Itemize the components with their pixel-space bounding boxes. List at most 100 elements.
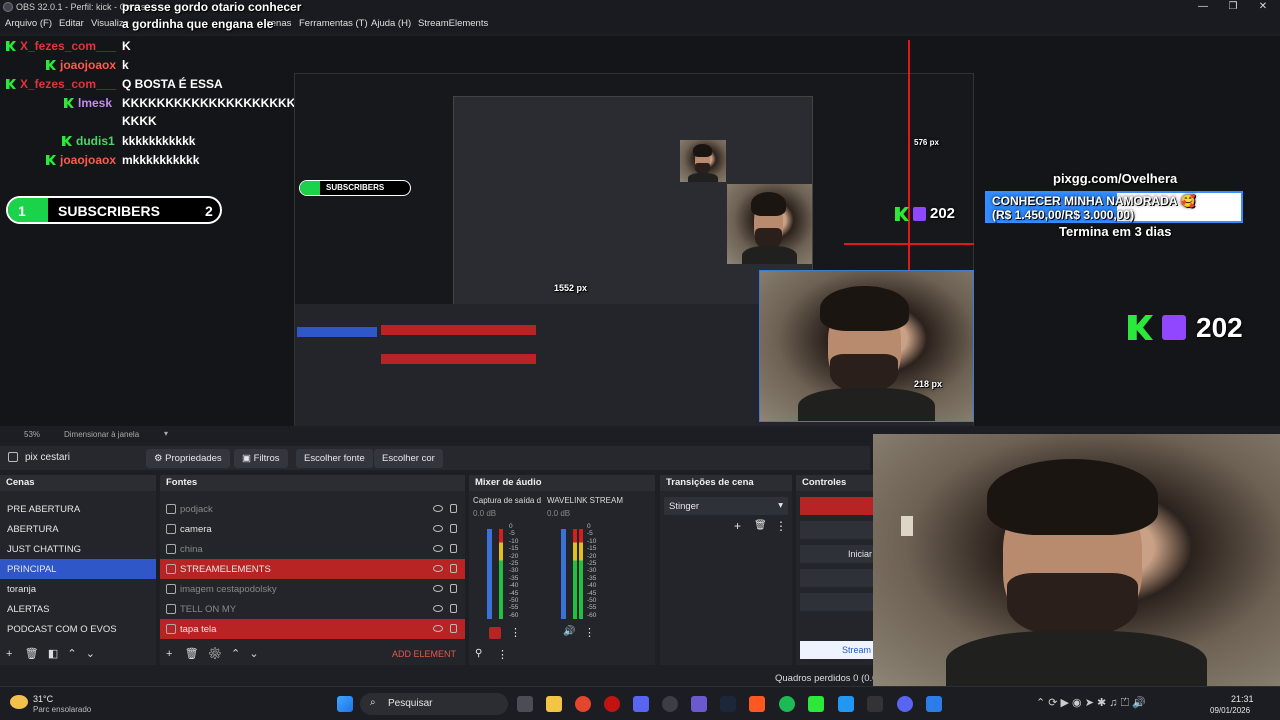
visibility-icon (433, 545, 443, 552)
steam-icon[interactable] (720, 696, 736, 712)
windows-start-icon[interactable] (337, 696, 353, 712)
channel-db: 0.0 dB (547, 509, 571, 518)
zoom-level[interactable]: 53% (24, 430, 40, 439)
temperature[interactable]: 31°C (33, 694, 53, 704)
overlay-caption-1: pra esse gordo otario conhecer (122, 0, 302, 14)
source-item[interactable]: STREAMELEMENTS (160, 559, 465, 579)
volume-slider[interactable] (487, 529, 492, 619)
meter-scale: 0 -5 -10 -15 -20 -25 -30 -35 -40 -45 -50 -55 -60 (587, 523, 597, 619)
scene-item[interactable]: JUST CHATTING (0, 539, 156, 559)
visibility-icon (433, 505, 443, 512)
file-explorer-icon[interactable] (546, 696, 562, 712)
clock-time[interactable]: 21:31 (1231, 694, 1254, 704)
trash-icon[interactable]: 🗑 (25, 648, 39, 660)
kebab-menu-icon[interactable]: ⋮ (584, 626, 595, 639)
lock-icon (450, 504, 457, 513)
kebab-menu-icon[interactable]: ⋮ (775, 519, 787, 533)
move-down-icon[interactable]: ⌄ (86, 648, 95, 660)
streamelements-button[interactable]: Stream (800, 641, 874, 659)
menu-streamelements[interactable]: StreamElements (418, 18, 488, 29)
lock-icon (450, 624, 457, 633)
gear-icon[interactable]: ⚙ (208, 648, 222, 660)
move-down-icon[interactable]: ⌄ (249, 648, 258, 660)
app-icon[interactable] (838, 696, 854, 712)
stream-button[interactable] (800, 497, 874, 515)
scene-item[interactable]: toranja (0, 579, 156, 599)
scene-item[interactable]: ABERTURA (0, 519, 156, 539)
add-element-button[interactable]: ADD ELEMENT (392, 649, 456, 659)
guide-line (844, 243, 974, 245)
source-item[interactable]: podjack (160, 499, 465, 519)
scene-item[interactable]: PODCAST COM O EVOS (0, 619, 156, 639)
start-button[interactable]: Iniciar (800, 545, 874, 563)
menu-help[interactable]: Ajuda (H) (371, 18, 411, 29)
app-icon[interactable] (691, 696, 707, 712)
menu-tools[interactable]: Ferramentas (T) (299, 18, 368, 29)
trash-icon[interactable]: 🗑 (185, 648, 199, 660)
properties-button[interactable]: ⚙ Propriedades (146, 449, 230, 468)
close-icon[interactable]: ✕ (1248, 0, 1278, 14)
filters-button[interactable]: ▣ Filtros (234, 449, 288, 468)
scale-mode[interactable]: Dimensionar à janela (64, 430, 139, 439)
weather-icon[interactable] (10, 695, 28, 709)
menu-edit[interactable]: Editar (59, 18, 84, 29)
discord-icon[interactable] (897, 696, 913, 712)
control-button[interactable] (800, 593, 874, 611)
source-item[interactable]: camera (160, 519, 465, 539)
kebab-menu-icon[interactable]: ⋮ (510, 626, 521, 639)
goal-box: CONHECER MINHA NAMORADA 🥰 (R$ 1.450,00/R… (985, 191, 1243, 223)
measure-label: 218 px (914, 379, 943, 389)
speaker-icon[interactable]: 🔊 (563, 626, 575, 637)
kick-icon[interactable] (808, 696, 824, 712)
weather-desc[interactable]: Parc ensolarado (33, 705, 91, 714)
viewer-count-small: 202 (930, 205, 956, 222)
stream-preview[interactable]: X_fezes_com___ K joaojoaox k X_fezes_com… (0, 36, 1280, 426)
task-view-icon[interactable] (517, 696, 533, 712)
link-icon[interactable]: ⚲ (475, 648, 482, 659)
scene-item[interactable]: ALERTAS (0, 599, 156, 619)
record-button[interactable] (800, 521, 874, 539)
source-item[interactable]: TELL ON MY (160, 599, 465, 619)
scene-icon (8, 452, 18, 462)
maximize-icon[interactable]: ❐ (1218, 0, 1248, 14)
webcam-feed (873, 434, 1280, 686)
pick-color-button[interactable]: Escolher cor (374, 449, 443, 468)
add-icon[interactable]: + (166, 648, 172, 660)
volume-slider[interactable] (561, 529, 566, 619)
scene-item-selected[interactable]: PRINCIPAL (0, 559, 156, 579)
move-up-icon[interactable]: ⌃ (67, 648, 76, 660)
brave-icon[interactable] (749, 696, 765, 712)
transition-select[interactable]: Stinger ▾ (664, 497, 788, 515)
chrome-icon[interactable] (575, 696, 591, 712)
pick-font-button[interactable]: Escolher fonte (296, 449, 373, 468)
scenes-dock: Cenas PRE ABERTURA ABERTURA JUST CHATTIN… (0, 475, 156, 665)
source-item[interactable]: imagem cestapodolsky (160, 579, 465, 599)
visibility-icon (433, 585, 443, 592)
trash-icon[interactable]: 🗑 (754, 520, 767, 531)
move-up-icon[interactable]: ⌃ (231, 648, 240, 660)
kebab-menu-icon[interactable]: ⋮ (497, 648, 508, 661)
menu-file[interactable]: Arquivo (F) (5, 18, 52, 29)
app-icon[interactable] (633, 696, 649, 712)
visibility-icon (433, 625, 443, 632)
search-input[interactable]: ⌕ Pesquisar (360, 693, 508, 715)
source-item[interactable]: china (160, 539, 465, 559)
scene-item[interactable]: PRE ABERTURA (0, 499, 156, 519)
control-button[interactable] (800, 569, 874, 587)
obs-icon[interactable] (662, 696, 678, 712)
app-icon[interactable] (926, 696, 942, 712)
add-icon[interactable]: + (734, 519, 741, 533)
epic-games-icon[interactable] (867, 696, 883, 712)
audio-meter (579, 529, 583, 619)
tray-icons[interactable]: ⌃ ⟳ ▶ ◉ ➤ ✱ ♫ ⏍ 🔊 (1036, 696, 1146, 710)
mute-icon[interactable] (489, 627, 501, 639)
source-item[interactable]: tapa tela (160, 619, 465, 639)
minimize-icon[interactable]: — (1188, 0, 1218, 14)
chevron-down-icon[interactable]: ▾ (164, 429, 168, 438)
opera-icon[interactable] (604, 696, 620, 712)
spotify-icon[interactable] (779, 696, 795, 712)
lock-icon (450, 544, 457, 553)
filter-icon[interactable]: ◧ (48, 648, 58, 660)
clock-date[interactable]: 09/01/2026 (1210, 706, 1250, 715)
add-icon[interactable]: + (6, 648, 12, 660)
